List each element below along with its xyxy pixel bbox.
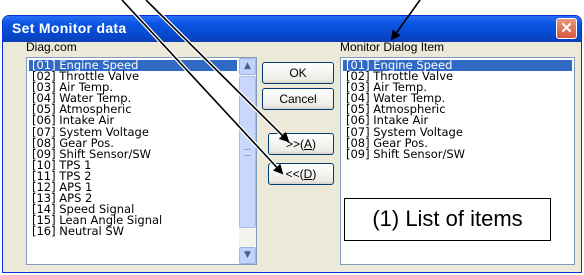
add-button-prefix: >>( [285,137,304,151]
cancel-button[interactable]: Cancel [262,88,334,110]
add-button-accelerator: A [304,137,313,151]
add-button-suffix: ) [312,137,317,151]
scroll-down-icon[interactable]: ▼ [239,247,256,264]
remove-item-button[interactable]: <<(D) [268,163,334,185]
title-bar[interactable]: Set Monitor data ✕ [3,16,581,42]
remove-button-prefix: <<( [285,167,304,181]
scroll-up-icon[interactable]: ▲ [239,58,256,75]
diag-com-label: Diag.com [26,40,77,54]
diag-com-items: [01] Engine Speed [02] Throttle Valve [03]… [29,59,237,238]
grip-icon [244,149,251,156]
close-icon[interactable]: ✕ [556,18,577,39]
window-title: Set Monitor data [12,20,127,36]
diag-com-scrollbar[interactable]: ▲ ▼ [239,58,256,264]
scroll-thumb[interactable] [239,76,256,228]
monitor-dialog-item-label: Monitor Dialog Item [340,40,445,54]
monitor-dialog-items: [01] Engine Speed [02] Throttle Valve [03]… [343,59,572,160]
diag-com-list[interactable]: [01] Engine Speed [02] Throttle Valve [03]… [26,57,257,265]
remove-button-suffix: ) [312,167,317,181]
ok-button[interactable]: OK [262,62,334,84]
list-of-items-callout: (1) List of items [344,198,551,241]
add-item-button[interactable]: >>(A) [268,133,334,155]
monitor-dialog-list-item[interactable]: [09] Shift Sensor/SW [343,148,572,160]
diag-com-list-item[interactable]: [16] Neutral SW [29,226,237,238]
